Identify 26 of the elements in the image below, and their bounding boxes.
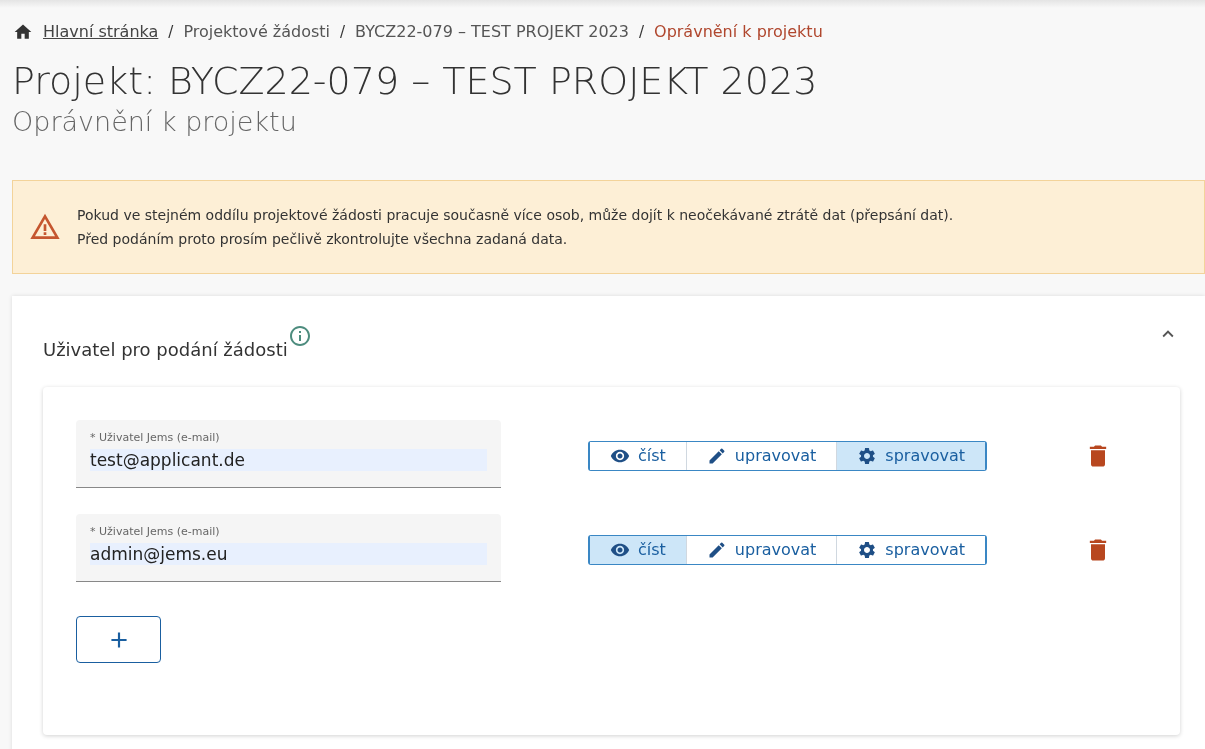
- permission-option[interactable]: spravovat: [836, 536, 986, 564]
- field-label: * Uživatel Jems (e-mail): [90, 524, 221, 540]
- breadcrumb-link[interactable]: Hlavní stránka: [43, 20, 159, 44]
- permission-option[interactable]: číst: [590, 536, 686, 564]
- warning-text: Pokud ve stejném oddílu projektové žádosti pracuje současně více osob, může dojít k neočekávané ztrátě dat (přepsání dat).: [77, 206, 954, 225]
- field-value: admin@jems.eu: [90, 542, 487, 565]
- breadcrumb-separator: /: [340, 21, 346, 43]
- page-subtitle: Oprávnění k projektu: [12, 105, 298, 139]
- add-button[interactable]: [76, 616, 161, 663]
- field-label: * Uživatel Jems (e-mail): [90, 430, 221, 446]
- info-icon[interactable]: [287, 324, 312, 348]
- breadcrumb-item: Oprávnění k projektu: [654, 21, 823, 43]
- section-title: Uživatel pro podání žádosti: [43, 338, 288, 362]
- warning-text: Před podáním proto prosím pečlivě zkontrolujte všechna zadaná data.: [77, 230, 569, 249]
- page-title: Projekt: BYCZ22-079 – TEST PROJEKT 2023: [12, 58, 819, 104]
- breadcrumb-item[interactable]: Projektové žádosti: [183, 20, 330, 44]
- breadcrumb-separator: /: [168, 21, 174, 43]
- gear-icon: [857, 540, 878, 560]
- email-field[interactable]: * Uživatel Jems (e-mail) test@applicant.de: [76, 420, 501, 488]
- permission-option[interactable]: spravovat: [836, 442, 986, 470]
- email-field[interactable]: * Uživatel Jems (e-mail) admin@jems.eu: [76, 514, 501, 582]
- field-value: test@applicant.de: [90, 448, 487, 471]
- breadcrumb-separator: /: [638, 21, 645, 43]
- gear-icon: [857, 446, 878, 466]
- home-icon[interactable]: [13, 22, 33, 42]
- breadcrumb-item[interactable]: BYCZ22-079 – TEST PROJEKT 2023: [355, 20, 629, 44]
